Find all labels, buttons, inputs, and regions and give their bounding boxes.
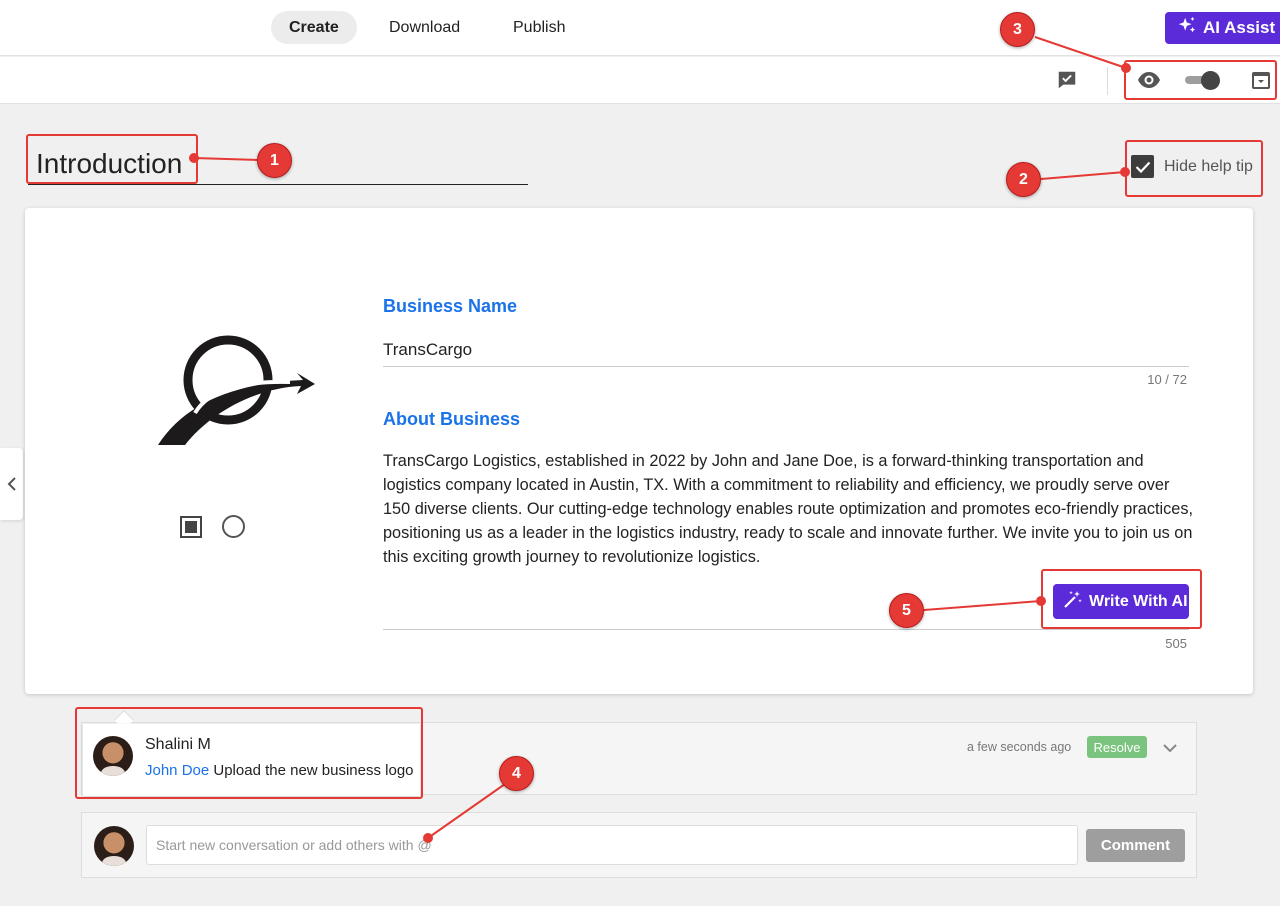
- comment-timestamp: a few seconds ago: [967, 740, 1072, 754]
- about-business-textarea[interactable]: TransCargo Logistics, established in 202…: [383, 449, 1193, 569]
- business-name-underline: [383, 366, 1189, 367]
- chevron-left-icon: [7, 477, 16, 491]
- logo-option-circle-radio[interactable]: [222, 515, 245, 538]
- avatar: [94, 826, 134, 866]
- resolve-button[interactable]: Resolve: [1087, 736, 1147, 758]
- annotation-badge-4: 4: [499, 756, 534, 791]
- about-business-counter: 505: [1165, 636, 1187, 651]
- ai-assist-label: AI Assist: [1203, 18, 1276, 37]
- ai-assist-button[interactable]: AI Assist: [1165, 12, 1280, 44]
- top-nav: Create Download Publish AI Assist: [0, 0, 1280, 56]
- toolbar-divider: [1107, 67, 1108, 95]
- annotation-badge-2: 2: [1006, 162, 1041, 197]
- logo-option-selector: [180, 515, 245, 538]
- annotation-box-write-ai: [1041, 569, 1202, 629]
- about-business-label: About Business: [383, 409, 521, 429]
- business-name-label: Business Name: [383, 296, 518, 316]
- logo-option-square-radio[interactable]: [180, 515, 202, 538]
- toolbar: [0, 57, 1280, 104]
- sparkle-icon: [1176, 15, 1198, 42]
- annotation-box-title: [26, 134, 198, 184]
- annotation-box-toolbar: [1124, 60, 1277, 100]
- about-business-underline: [383, 629, 1189, 630]
- comment-check-icon[interactable]: [1056, 69, 1078, 91]
- annotation-badge-1: 1: [257, 143, 292, 178]
- new-conversation-input[interactable]: [146, 825, 1078, 865]
- annotation-badge-3: 3: [1000, 12, 1035, 47]
- annotation-box-comment: [75, 707, 423, 799]
- business-name-input[interactable]: TransCargo: [383, 340, 472, 360]
- tab-create[interactable]: Create: [271, 11, 357, 44]
- collapse-panel-tab[interactable]: [0, 448, 23, 520]
- tab-publish[interactable]: Publish: [495, 11, 583, 44]
- chevron-down-icon[interactable]: [1162, 740, 1178, 758]
- business-logo[interactable]: [155, 333, 320, 453]
- annotation-badge-5: 5: [889, 593, 924, 628]
- tab-download[interactable]: Download: [371, 11, 478, 44]
- business-name-counter: 10 / 72: [1147, 372, 1187, 387]
- comment-button[interactable]: Comment: [1086, 829, 1185, 862]
- new-conversation: Comment: [81, 812, 1197, 878]
- annotation-box-help-tip: [1125, 140, 1263, 197]
